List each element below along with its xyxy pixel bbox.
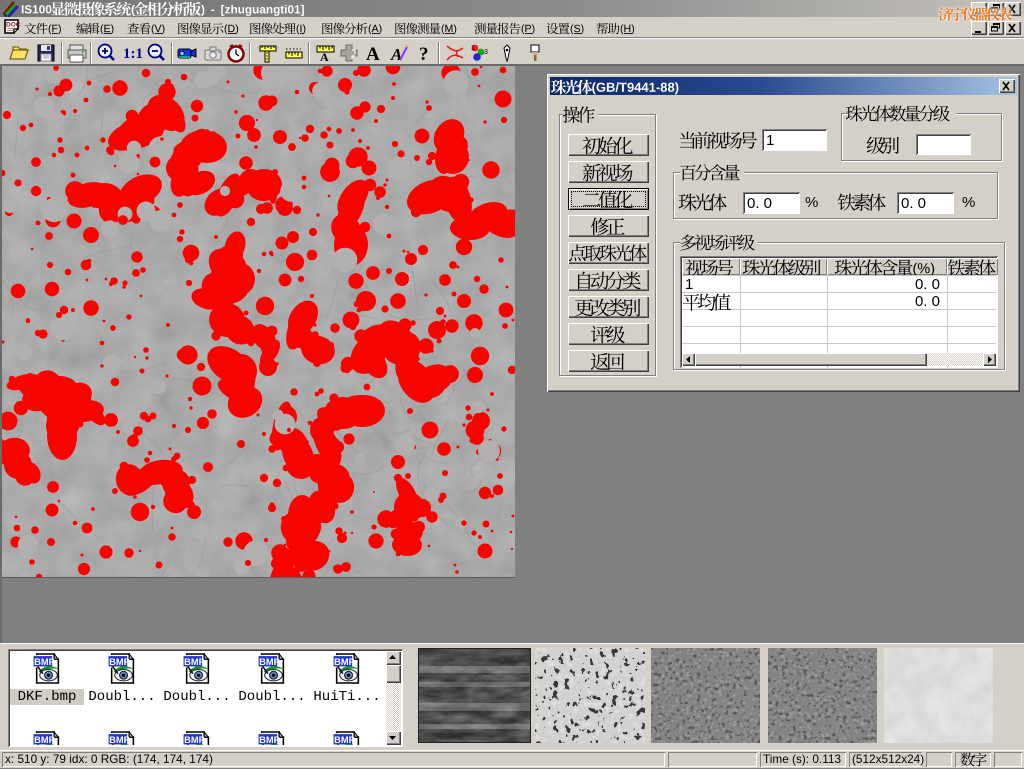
svg-text:BMP: BMP [109,657,130,667]
svg-text:BMP: BMP [259,657,280,667]
svg-text:A: A [366,44,380,64]
svg-text:1: 1 [471,45,475,52]
svg-text:BMP: BMP [184,735,205,745]
svg-text:?: ? [419,44,429,64]
svg-text:BMP: BMP [334,735,355,745]
svg-text:BMP: BMP [259,735,280,745]
svg-text:A: A [320,50,329,64]
svg-text:A: A [390,45,402,64]
svg-text:1:1: 1:1 [123,46,143,62]
svg-text:BMP: BMP [109,735,130,745]
svg-text:BMP: BMP [34,657,55,667]
svg-text:BMP: BMP [184,657,205,667]
svg-text:3: 3 [484,49,488,56]
svg-text:DOC: DOC [6,22,21,29]
svg-text:BMP: BMP [334,657,355,667]
svg-text:BMP: BMP [34,735,55,745]
